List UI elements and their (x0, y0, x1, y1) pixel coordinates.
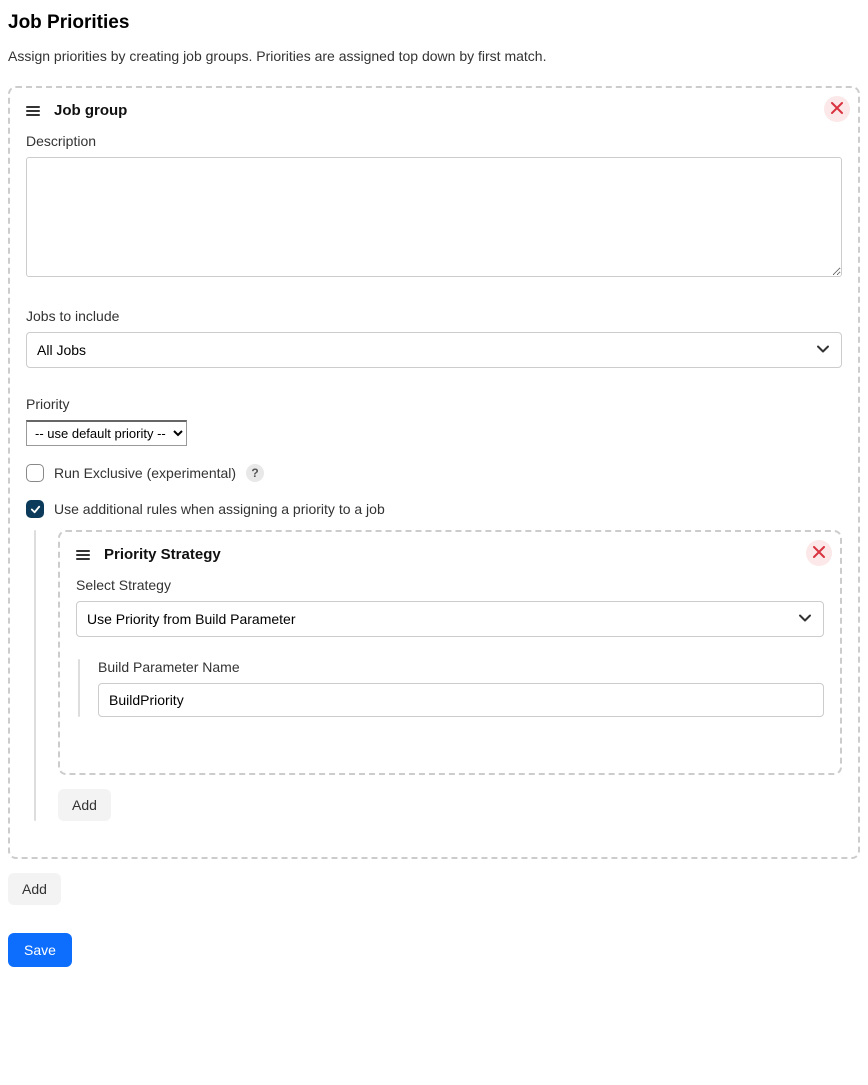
build-parameter-input[interactable] (98, 683, 824, 717)
priority-label: Priority (26, 396, 842, 412)
jobs-to-include-select[interactable]: All Jobs (26, 332, 842, 368)
add-strategy-button[interactable]: Add (58, 789, 111, 821)
run-exclusive-label: Run Exclusive (experimental) (54, 465, 236, 481)
build-parameter-label: Build Parameter Name (98, 659, 824, 675)
priority-select[interactable]: -- use default priority -- (26, 420, 187, 446)
drag-handle-icon[interactable] (26, 106, 40, 116)
job-group-panel: Job group Description Jobs to include Al… (8, 86, 860, 859)
add-job-group-button[interactable]: Add (8, 873, 61, 905)
run-exclusive-checkbox[interactable] (26, 464, 44, 482)
help-icon[interactable]: ? (246, 464, 264, 482)
delete-job-group-button[interactable] (824, 96, 850, 122)
strategy-select[interactable]: Use Priority from Build Parameter (76, 601, 824, 637)
indent-line (78, 659, 80, 717)
select-strategy-label: Select Strategy (76, 577, 824, 593)
priority-strategy-panel: Priority Strategy Select Strategy Use Pr… (58, 530, 842, 775)
additional-rules-checkbox[interactable] (26, 500, 44, 518)
additional-rules-label: Use additional rules when assigning a pr… (54, 501, 385, 517)
page-title: Job Priorities (8, 12, 860, 34)
priority-strategy-header: Priority Strategy (104, 546, 221, 563)
close-icon (813, 545, 825, 561)
page-intro: Assign priorities by creating job groups… (8, 48, 860, 64)
save-button[interactable]: Save (8, 933, 72, 967)
close-icon (831, 101, 843, 117)
delete-strategy-button[interactable] (806, 540, 832, 566)
jobs-to-include-label: Jobs to include (26, 308, 842, 324)
description-textarea[interactable] (26, 157, 842, 277)
job-group-header: Job group (54, 102, 127, 119)
indent-line (34, 530, 36, 821)
drag-handle-icon[interactable] (76, 550, 90, 560)
description-label: Description (26, 133, 842, 149)
